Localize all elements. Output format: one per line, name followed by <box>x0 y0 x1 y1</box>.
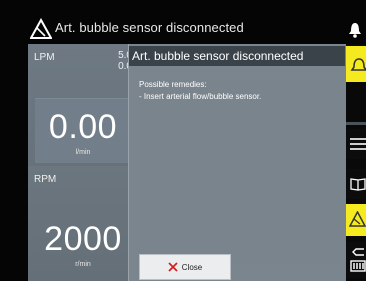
menu-button[interactable] <box>346 129 366 159</box>
close-button-label: Close <box>181 262 203 272</box>
remedies-heading: Possible remedies: <box>139 80 207 89</box>
alarm-dialog-title: Art. bubble sensor disconnected <box>129 46 345 66</box>
rpm-unit: r/min <box>75 261 91 268</box>
strip-divider <box>346 122 366 125</box>
manual-button[interactable] <box>346 169 366 199</box>
rpm-panel[interactable]: RPM 2000 r/min <box>28 166 138 281</box>
close-icon <box>168 262 178 272</box>
alarm-status-bar[interactable]: Art. bubble sensor disconnected <box>28 14 361 44</box>
warning-button[interactable] <box>346 204 366 236</box>
device-screen: Art. bubble sensor disconnected LPM 5.0 … <box>0 0 366 281</box>
alarm-message: Art. bubble sensor disconnected <box>55 20 244 35</box>
battery-plug-icon <box>350 248 366 272</box>
rpm-value: 2000 <box>44 220 122 258</box>
lpm-unit: l/min <box>75 149 91 156</box>
close-button[interactable]: Close <box>139 254 231 280</box>
book-icon <box>350 178 366 191</box>
alarm-bell-icon[interactable] <box>348 18 362 40</box>
alarm-bell-icon <box>350 58 366 71</box>
rpm-label: RPM <box>34 174 57 185</box>
alarm-dialog-content: Possible remedies: - Insert arterial flo… <box>139 80 339 263</box>
side-strip <box>346 44 366 281</box>
alarm-dialog: Art. bubble sensor disconnected Possible… <box>128 44 347 281</box>
power-status[interactable] <box>346 242 366 278</box>
alarm-bell-button[interactable] <box>346 46 366 82</box>
lpm-value: 0.00 <box>48 108 118 146</box>
lpm-panel[interactable]: LPM 5.0 0.0 0.00 l/min <box>28 44 138 169</box>
warning-triangle-icon <box>30 18 52 39</box>
menu-icon <box>350 138 366 150</box>
lpm-label: LPM <box>34 52 55 63</box>
warning-icon <box>349 211 366 227</box>
remedy-item: - Insert arterial flow/bubble sensor. <box>139 92 262 101</box>
